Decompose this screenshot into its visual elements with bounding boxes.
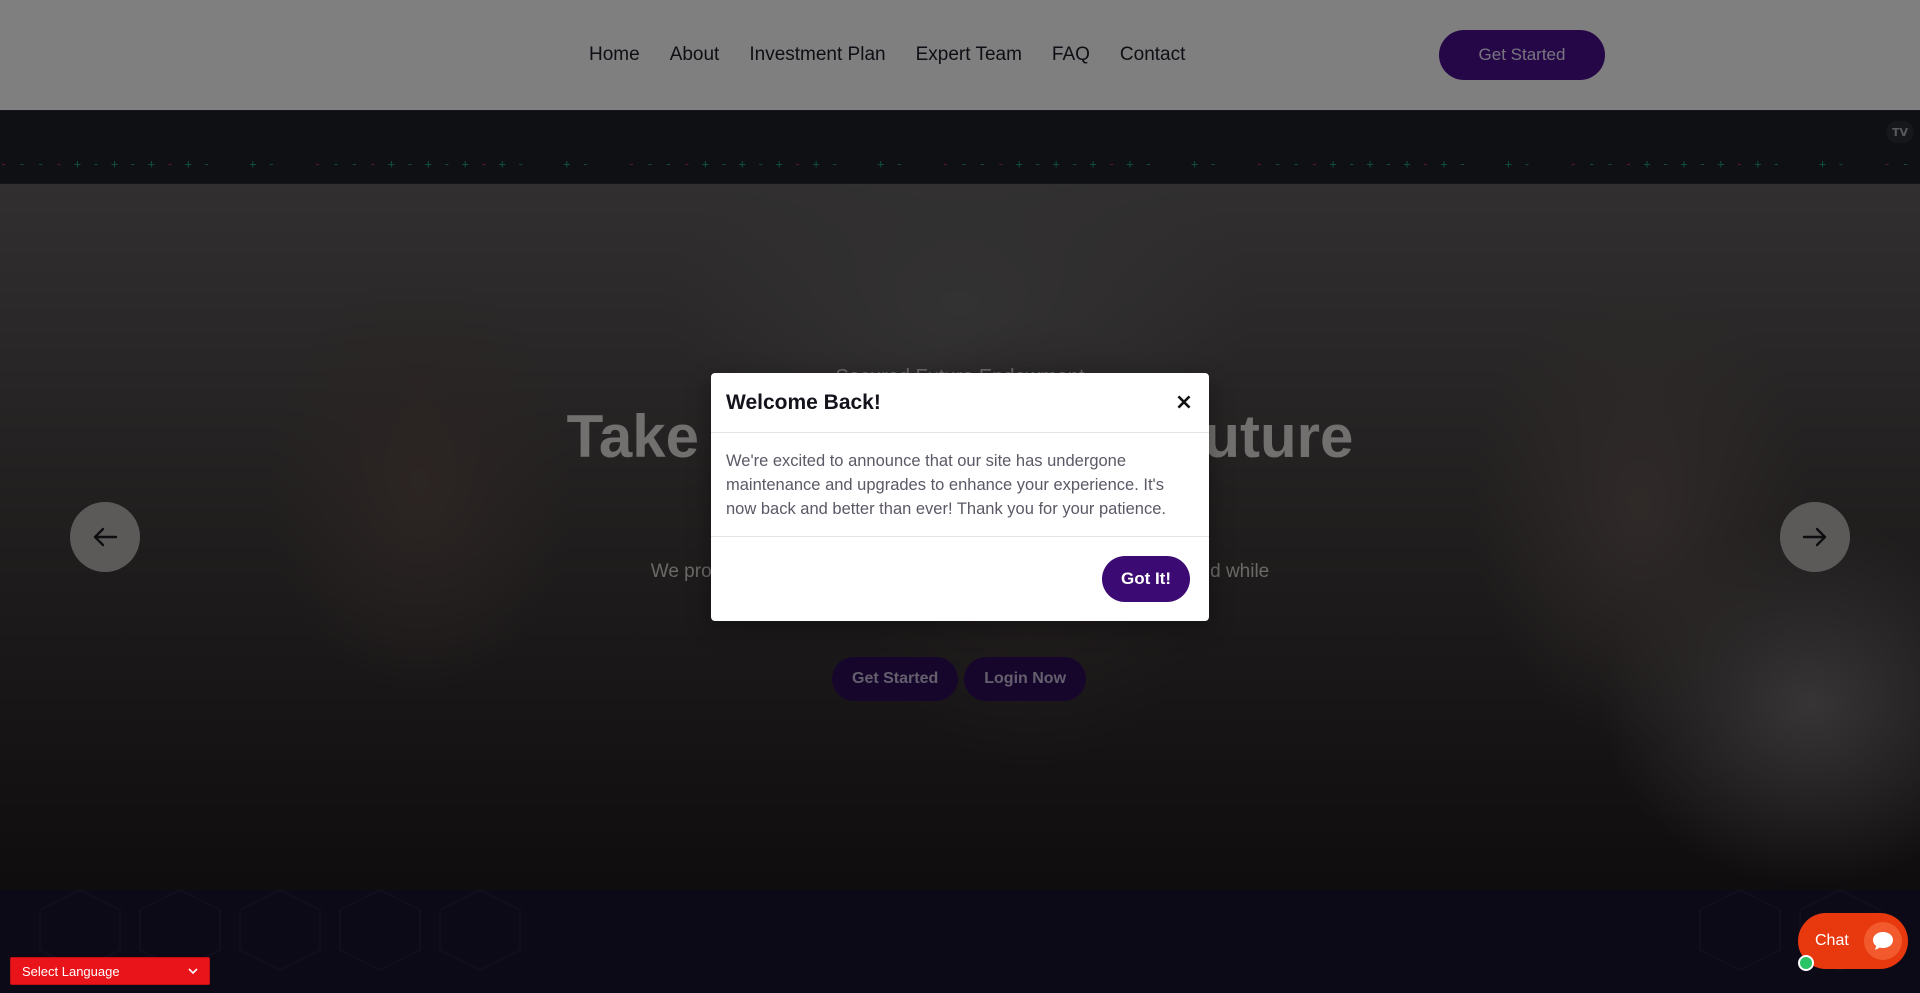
language-select[interactable]: Select Language xyxy=(10,957,210,985)
modal-title: Welcome Back! xyxy=(726,390,881,414)
chevron-down-icon xyxy=(188,968,198,975)
modal-message: We're excited to announce that our site … xyxy=(726,452,1166,518)
close-icon[interactable]: × xyxy=(1174,392,1194,414)
online-status-indicator xyxy=(1798,955,1814,971)
chat-bubble-icon xyxy=(1864,922,1902,960)
modal-footer: Got It! xyxy=(711,537,1209,620)
modal-body: We're excited to announce that our site … xyxy=(711,433,1209,537)
chat-widget-button[interactable]: Chat xyxy=(1798,913,1908,969)
got-it-button[interactable]: Got It! xyxy=(1102,556,1190,602)
modal-header: Welcome Back! × xyxy=(711,373,1209,433)
language-select-value: Select Language xyxy=(22,963,120,979)
chat-label: Chat xyxy=(1815,932,1849,949)
welcome-modal: Welcome Back! × We're excited to announc… xyxy=(711,373,1209,621)
